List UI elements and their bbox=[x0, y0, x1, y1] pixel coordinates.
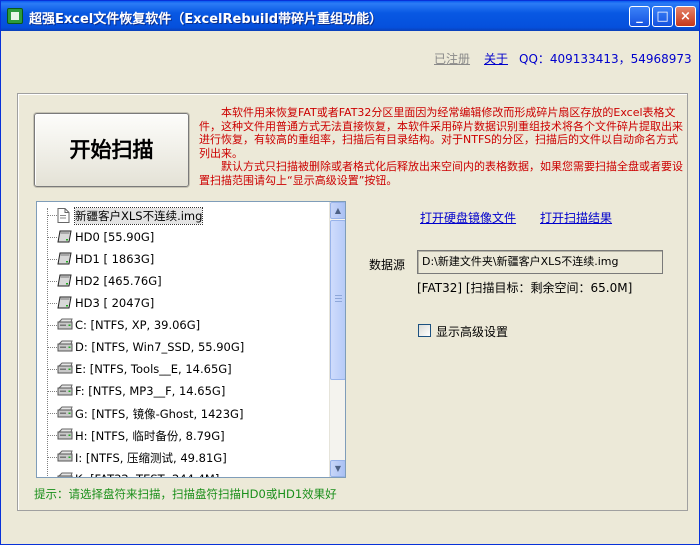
tree-item[interactable]: 新疆客户XLS不连续.img bbox=[37, 204, 329, 226]
tree-item[interactable]: C: [NTFS, XP, 39.06G] bbox=[37, 314, 329, 336]
tree-branch-line bbox=[47, 281, 57, 282]
tree-item-label: K: [FAT32, TEST, 244.4M] bbox=[75, 472, 219, 477]
hdd-icon bbox=[57, 296, 72, 310]
tree-branch-line bbox=[47, 325, 57, 326]
drive-tree[interactable]: 新疆客户XLS不连续.img HD0 [55.90G] HD1 [ 1863G] HD… bbox=[36, 201, 346, 478]
registered-link[interactable]: 已注册 bbox=[434, 50, 470, 67]
tree-item[interactable]: H: [NTFS, 临时备份, 8.79G] bbox=[37, 424, 329, 446]
minimize-button[interactable]: _ bbox=[629, 6, 650, 27]
tree-branch-line bbox=[47, 347, 57, 348]
hdd-icon bbox=[57, 274, 72, 288]
hdd-icon bbox=[57, 252, 72, 266]
tree-item-label: H: [NTFS, 临时备份, 8.79G] bbox=[75, 429, 225, 443]
drive-icon bbox=[57, 384, 73, 398]
description-para-2: 默认方式只扫描被删除或者格式化后释放出来空间内的表格数据，如果您需要扫描全盘或者… bbox=[199, 160, 683, 187]
tree-branch-line bbox=[47, 259, 57, 260]
tree-item[interactable]: HD2 [465.76G] bbox=[37, 270, 329, 292]
drive-icon bbox=[57, 340, 73, 354]
tree-item[interactable]: D: [NTFS, Win7_SSD, 55.90G] bbox=[37, 336, 329, 358]
start-scan-button[interactable]: 开始扫描 bbox=[34, 113, 189, 187]
scroll-thumb[interactable] bbox=[330, 220, 345, 380]
window-title: 超强Excel文件恢复软件（ExcelRebuild带碎片重组功能） bbox=[29, 12, 383, 27]
scroll-up-button[interactable]: ▲ bbox=[330, 202, 345, 219]
close-button[interactable]: × bbox=[675, 6, 696, 27]
tree-item[interactable]: HD3 [ 2047G] bbox=[37, 292, 329, 314]
tree-branch-line bbox=[47, 457, 57, 458]
description-text: 本软件用来恢复FAT或者FAT32分区里面因为经常编辑修改而形成碎片扇区存放的E… bbox=[199, 106, 684, 188]
drive-icon bbox=[57, 450, 73, 464]
advanced-settings-checkbox[interactable] bbox=[418, 324, 431, 337]
title-bar[interactable]: 超强Excel文件恢复软件（ExcelRebuild带碎片重组功能） _ □ × bbox=[1, 1, 699, 31]
tree-item-label: HD0 [55.90G] bbox=[75, 230, 155, 244]
tree-branch-line bbox=[47, 237, 57, 238]
tree-item-label: HD1 [ 1863G] bbox=[75, 252, 155, 266]
open-scan-results-link[interactable]: 打开扫描结果 bbox=[540, 209, 612, 226]
tree-item[interactable]: E: [NTFS, Tools__E, 14.65G] bbox=[37, 358, 329, 380]
data-source-label: 数据源 bbox=[369, 258, 406, 272]
data-source-field: D:\新建文件夹\新疆客户XLS不连续.img bbox=[417, 250, 663, 274]
maximize-button[interactable]: □ bbox=[652, 6, 673, 27]
open-disk-image-link[interactable]: 打开硬盘镜像文件 bbox=[420, 209, 516, 226]
hint-text: 提示：请选择盘符来扫描，扫描盘符扫描HD0或HD1效果好 bbox=[34, 487, 337, 501]
hdd-icon bbox=[57, 230, 72, 244]
tree-item[interactable]: HD1 [ 1863G] bbox=[37, 248, 329, 270]
tree-branch-line bbox=[47, 303, 57, 304]
tree-branch-line bbox=[47, 369, 57, 370]
tree-item-label: HD3 [ 2047G] bbox=[75, 296, 155, 310]
client-area: 已注册 关于 QQ：409133413，54968973 开始扫描 本软件用来恢… bbox=[4, 31, 696, 542]
app-icon bbox=[7, 8, 23, 24]
thumb-grip-line bbox=[335, 298, 342, 299]
drive-icon bbox=[57, 406, 73, 420]
tree-scrollbar[interactable]: ▲ ▼ bbox=[329, 202, 345, 477]
tree-item-label: D: [NTFS, Win7_SSD, 55.90G] bbox=[75, 340, 245, 354]
app-window: 超强Excel文件恢复软件（ExcelRebuild带碎片重组功能） _ □ ×… bbox=[0, 0, 700, 545]
scan-target-status: [FAT32] [扫描目标：剩余空间：65.0M] bbox=[417, 281, 633, 295]
tree-branch-line bbox=[47, 435, 57, 436]
drive-tree-list: 新疆客户XLS不连续.img HD0 [55.90G] HD1 [ 1863G] HD… bbox=[37, 202, 329, 477]
scroll-down-button[interactable]: ▼ bbox=[330, 460, 345, 477]
thumb-grip-line bbox=[335, 295, 342, 296]
drive-icon bbox=[57, 318, 73, 332]
tree-item[interactable]: F: [NTFS, MP3__F, 14.65G] bbox=[37, 380, 329, 402]
file-icon bbox=[57, 208, 72, 223]
drive-icon bbox=[57, 428, 73, 442]
tree-item-label: F: [NTFS, MP3__F, 14.65G] bbox=[75, 384, 226, 398]
tree-branch-line bbox=[47, 413, 57, 414]
tree-item[interactable]: G: [NTFS, 镜像-Ghost, 1423G] bbox=[37, 402, 329, 424]
advanced-settings-label[interactable]: 显示高级设置 bbox=[436, 323, 508, 340]
tree-item[interactable]: I: [NTFS, 压缩测试, 49.81G] bbox=[37, 446, 329, 468]
tree-item[interactable]: K: [FAT32, TEST, 244.4M] bbox=[37, 468, 329, 477]
tree-item-label: G: [NTFS, 镜像-Ghost, 1423G] bbox=[75, 407, 244, 421]
tree-item-label: HD2 [465.76G] bbox=[75, 274, 162, 288]
tree-item-label: C: [NTFS, XP, 39.06G] bbox=[75, 318, 201, 332]
tree-item-label: I: [NTFS, 压缩测试, 49.81G] bbox=[75, 451, 227, 465]
tree-branch-line bbox=[47, 215, 57, 216]
tree-item-label: E: [NTFS, Tools__E, 14.65G] bbox=[75, 362, 232, 376]
thumb-grip-line bbox=[335, 301, 342, 302]
qq-contact: QQ：409133413，54968973 bbox=[519, 52, 692, 66]
tree-item[interactable]: HD0 [55.90G] bbox=[37, 226, 329, 248]
tree-branch-line bbox=[47, 391, 57, 392]
tree-item-label: 新疆客户XLS不连续.img bbox=[73, 207, 204, 225]
description-para-1: 本软件用来恢复FAT或者FAT32分区里面因为经常编辑修改而形成碎片扇区存放的E… bbox=[199, 106, 683, 160]
drive-icon bbox=[57, 472, 73, 477]
about-link[interactable]: 关于 bbox=[484, 50, 508, 67]
drive-icon bbox=[57, 362, 73, 376]
